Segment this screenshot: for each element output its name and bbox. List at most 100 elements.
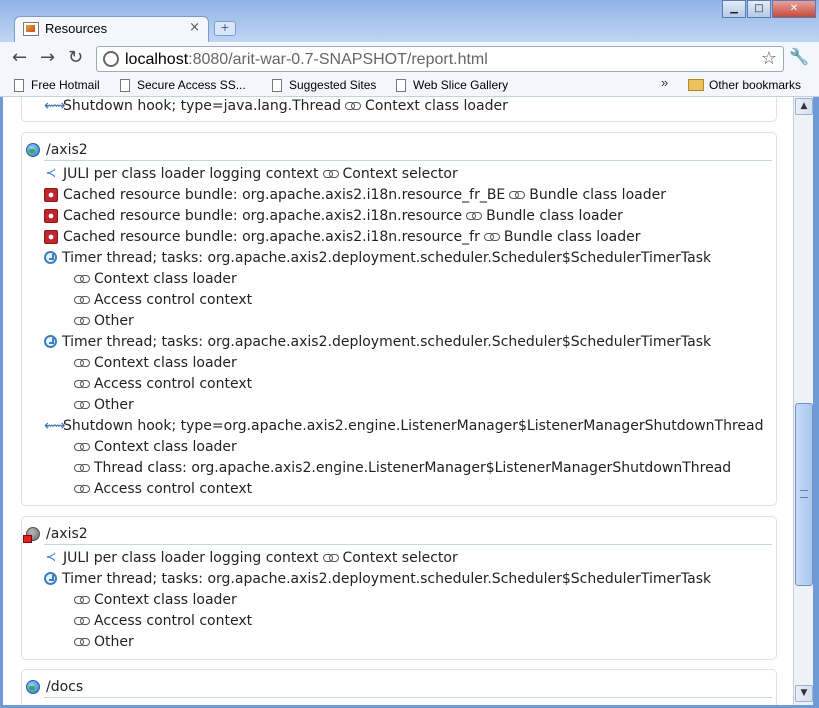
section-header: /axis2	[26, 139, 88, 161]
link-icon	[483, 232, 500, 241]
resource-row: Cached resource bundle: org.apache.axis2…	[44, 205, 623, 226]
url-host: localhost	[125, 51, 189, 68]
relation-label: Context class loader	[94, 270, 237, 287]
relation-label: Other	[94, 633, 134, 650]
resource-row: ⇜⇝ Shutdown hook; type=org.apache.axis2.…	[44, 415, 763, 436]
maximize-button[interactable]: □	[747, 0, 771, 18]
vertical-scrollbar[interactable]: ▲ ▼	[793, 97, 813, 705]
resource-section-axis2-secured: /axis2 ≺ JULI per class loader logging c…	[21, 516, 777, 660]
bookmark-star-icon[interactable]: ☆	[761, 48, 777, 69]
bookmark-label: Web Slice Gallery	[413, 78, 509, 92]
relation-row: Other	[74, 394, 134, 415]
folder-icon	[688, 79, 704, 91]
window-frame-right	[813, 97, 819, 708]
page-icon	[272, 78, 282, 92]
bookmark-secure-access[interactable]: Secure Access SS...	[120, 78, 246, 92]
resource-row: ⇜⇝ Shutdown hook; type=java.lang.Thread …	[44, 97, 508, 116]
link-icon	[74, 442, 90, 451]
new-tab-button[interactable]: +	[214, 21, 236, 36]
relation-label: Bundle class loader	[529, 186, 666, 203]
close-window-button[interactable]: ✕	[772, 0, 816, 18]
relation-row: Context class loader	[74, 352, 237, 373]
section-divider	[44, 697, 772, 698]
relation-label: Access control context	[94, 480, 253, 497]
relation-label: Context class loader	[94, 591, 237, 608]
resource-label: Shutdown hook; type=java.lang.Thread	[63, 97, 342, 114]
other-bookmarks[interactable]: Other bookmarks	[688, 78, 801, 92]
resource-label: JULI per class loader logging context	[63, 165, 319, 182]
page-globe-icon	[103, 51, 119, 67]
bookmark-label: Free Hotmail	[31, 78, 100, 92]
link-icon	[509, 190, 526, 199]
window-controls: ▁ □ ✕	[721, 0, 816, 18]
page-content: ⇜⇝ Shutdown hook; type=java.lang.Thread …	[3, 97, 793, 705]
bookmark-label: Suggested Sites	[289, 78, 377, 92]
report-favicon-icon	[23, 22, 39, 36]
resource-section-partial: ⇜⇝ Shutdown hook; type=java.lang.Thread …	[21, 97, 777, 122]
resource-label: Timer thread; tasks: org.apache.axis2.de…	[62, 249, 712, 266]
bookmarks-overflow-icon[interactable]: »	[661, 75, 668, 90]
page-icon	[396, 78, 406, 92]
scroll-up-arrow-icon[interactable]: ▲	[795, 98, 813, 115]
relation-row: Other	[74, 310, 134, 331]
shutdown-hook-icon: ⇜⇝	[44, 97, 65, 114]
relation-label: Context selector	[342, 549, 458, 566]
resource-row: ≺ JULI per class loader logging context …	[44, 547, 458, 568]
link-icon	[345, 101, 362, 110]
url-text: localhost:8080/arit-war-0.7-SNAPSHOT/rep…	[125, 51, 488, 69]
wrench-icon[interactable]: 🔧	[789, 47, 809, 66]
bookmark-suggested-sites[interactable]: Suggested Sites	[272, 78, 376, 92]
section-title: /axis2	[46, 526, 88, 542]
bookmark-web-slice-gallery[interactable]: Web Slice Gallery	[396, 78, 508, 92]
resource-label: JULI per class loader logging context	[63, 549, 319, 566]
address-bar[interactable]: localhost:8080/arit-war-0.7-SNAPSHOT/rep…	[96, 46, 784, 72]
back-arrow-icon[interactable]: ←	[12, 47, 27, 68]
resource-section-axis2: /axis2 ≺ JULI per class loader logging c…	[21, 132, 777, 506]
link-icon	[322, 169, 339, 178]
relation-label: Access control context	[94, 375, 253, 392]
webapp-globe-icon	[26, 680, 40, 694]
section-divider	[44, 544, 772, 545]
bookmark-free-hotmail[interactable]: Free Hotmail	[14, 78, 100, 92]
relation-row: Other	[74, 631, 134, 652]
webapp-locked-globe-icon	[23, 527, 40, 543]
bookmark-label: Other bookmarks	[709, 78, 802, 92]
scroll-down-arrow-icon[interactable]: ▼	[795, 685, 813, 702]
resource-section-docs: /docs	[21, 669, 777, 705]
page-icon	[120, 78, 130, 92]
relation-row: Context class loader	[74, 436, 237, 457]
resource-row: Cached resource bundle: org.apache.axis2…	[44, 184, 666, 205]
resource-label: Shutdown hook; type=org.apache.axis2.eng…	[63, 417, 764, 434]
tab-title: Resources	[45, 21, 108, 36]
timer-icon	[44, 572, 57, 585]
resource-bundle-icon	[44, 208, 58, 223]
resource-bundle-icon	[44, 187, 58, 202]
relation-label: Bundle class loader	[486, 207, 623, 224]
scrollbar-thumb[interactable]	[795, 403, 813, 586]
resource-label: Cached resource bundle: org.apache.axis2…	[63, 228, 480, 245]
page-icon	[14, 78, 24, 92]
url-path: :8080/arit-war-0.7-SNAPSHOT/report.html	[188, 51, 488, 68]
relation-row: Context class loader	[74, 268, 237, 289]
resource-row: ≺ JULI per class loader logging context …	[44, 163, 458, 184]
relation-row: Access control context	[74, 610, 252, 631]
resource-label: Timer thread; tasks: org.apache.axis2.de…	[62, 570, 712, 587]
link-icon	[74, 400, 90, 409]
link-icon	[74, 616, 90, 625]
link-icon	[322, 553, 339, 562]
reload-icon[interactable]: ↻	[68, 47, 83, 68]
relation-label: Context class loader	[94, 438, 237, 455]
link-icon	[74, 484, 90, 493]
timer-icon	[44, 335, 57, 348]
section-title: /axis2	[46, 142, 88, 158]
forward-arrow-icon[interactable]: →	[40, 47, 55, 68]
relation-row: Access control context	[74, 289, 252, 310]
share-icon: ≺	[45, 165, 57, 181]
minimize-button[interactable]: ▁	[722, 0, 746, 18]
tab-resources[interactable]: Resources ×	[14, 16, 209, 42]
tab-close-icon[interactable]: ×	[189, 20, 200, 35]
relation-row: Access control context	[74, 478, 252, 499]
link-icon	[74, 358, 90, 367]
bookmark-label: Secure Access SS...	[137, 78, 246, 92]
relation-label: Context class loader	[94, 354, 237, 371]
